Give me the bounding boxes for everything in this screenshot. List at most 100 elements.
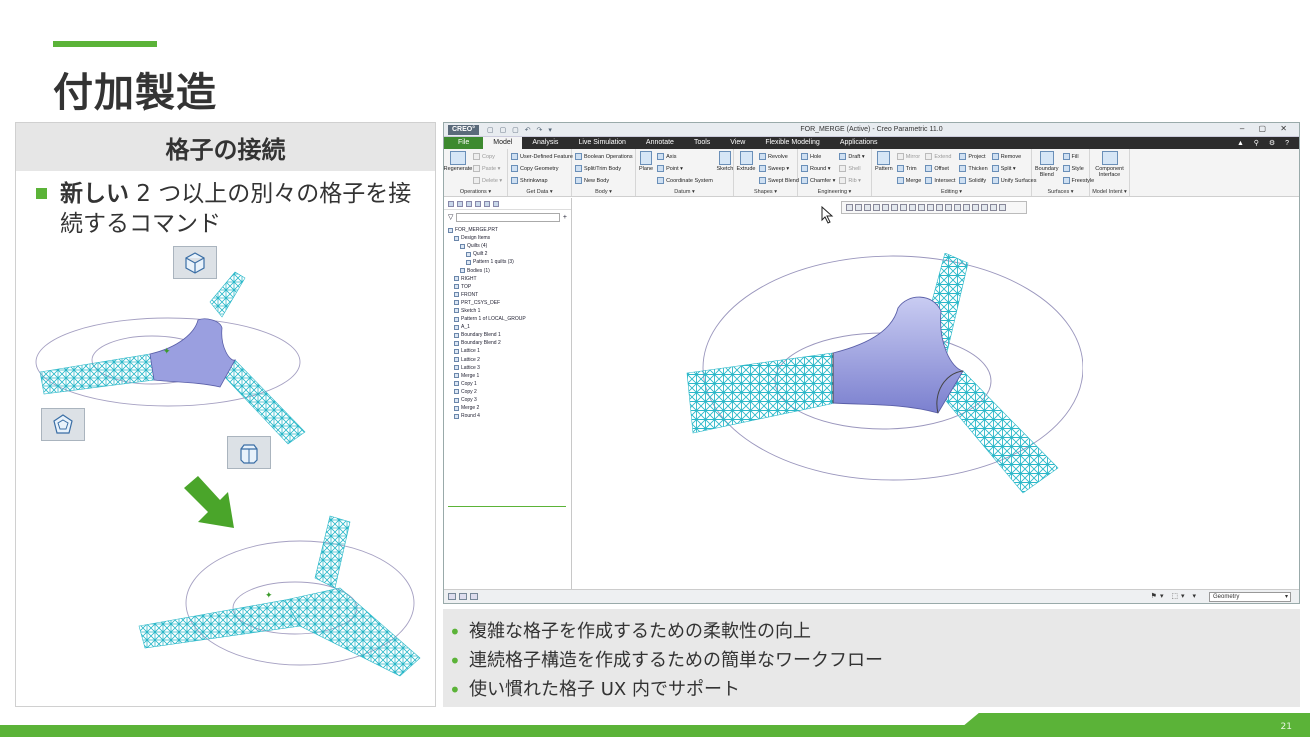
boolean-operations-button[interactable]: Boolean Operations <box>575 152 633 161</box>
model-tree-item[interactable]: Boundary Blend 2 <box>444 339 571 347</box>
add-icon[interactable]: + <box>563 214 567 221</box>
model-tree-item[interactable]: Copy 2 <box>444 388 571 396</box>
mirror-button[interactable]: Mirror <box>896 152 922 161</box>
selection-filter-select[interactable]: Geometry ▾ <box>1209 592 1291 602</box>
extend-icon <box>925 153 933 160</box>
component-interface-icon <box>1101 151 1118 165</box>
model-intent-group-label[interactable]: Model Intent ▾ <box>1090 189 1129 195</box>
coordinate-system-button[interactable]: Coordinate System <box>657 176 713 185</box>
swept-blend-button[interactable]: Swept Blend <box>759 176 799 185</box>
split-trim-body-button[interactable]: Split/Trim Body <box>575 164 633 173</box>
thicken-button[interactable]: Thicken <box>959 164 988 173</box>
model-tree-item[interactable]: Lattice 2 <box>444 356 571 364</box>
model-tree-item[interactable]: A_1 <box>444 323 571 331</box>
tab-flexible-modeling[interactable]: Flexible Modeling <box>755 137 829 149</box>
insert-here-line[interactable] <box>448 506 566 507</box>
revolve-button[interactable]: Revolve <box>759 152 799 161</box>
model-tree-item[interactable]: Bodies (1) <box>444 266 571 274</box>
axis-button[interactable]: Axis <box>657 152 713 161</box>
sweep-button[interactable]: Sweep ▾ <box>759 164 799 173</box>
get-data-group-label[interactable]: Get Data ▾ <box>508 189 571 195</box>
model-tree-item[interactable]: Merge 2 <box>444 404 571 412</box>
model-tree-item[interactable]: Round 4 <box>444 412 571 420</box>
swept-blend-icon <box>759 177 766 184</box>
trim-button[interactable]: Trim <box>896 164 922 173</box>
feature-icon <box>460 243 465 249</box>
body-group-label[interactable]: Body ▾ <box>572 189 635 195</box>
split-button[interactable]: Split ▾ <box>991 164 1037 173</box>
solidify-button[interactable]: Solidify <box>959 176 987 185</box>
tab-applications[interactable]: Applications <box>830 137 888 149</box>
engineering-group-label[interactable]: Engineering ▾ <box>798 189 871 195</box>
model-tree-item[interactable]: Sketch 1 <box>444 307 571 315</box>
model-tree-item[interactable]: Quilt 2 <box>444 250 571 258</box>
datum-group-label[interactable]: Datum ▾ <box>636 189 733 195</box>
model-tree-item[interactable]: Quilts (4) <box>444 242 571 250</box>
udf-button[interactable]: User-Defined Feature <box>511 152 573 161</box>
help-icons[interactable]: ▲ ⚲ ⚙ ? <box>1237 139 1293 147</box>
model-tree-toolbar[interactable] <box>444 198 571 210</box>
model-tree-item-label: TOP <box>461 283 472 290</box>
tab-analysis[interactable]: Analysis <box>522 137 568 149</box>
paste-button[interactable]: Paste ▾ <box>473 164 502 173</box>
intersect-button[interactable]: Intersect <box>925 176 955 185</box>
model-tree-item[interactable]: Boundary Blend 1 <box>444 331 571 339</box>
model-tree-item[interactable]: RIGHT <box>444 275 571 283</box>
tab-view[interactable]: View <box>720 137 755 149</box>
model-tree-item-label: Copy 2 <box>461 388 477 395</box>
model-tree-item[interactable]: Pattern 1 of LOCAL_GROUP <box>444 315 571 323</box>
model-tree-item[interactable]: Copy 3 <box>444 396 571 404</box>
new-body-button[interactable]: New Body <box>575 176 633 185</box>
copy-button[interactable]: Copy <box>473 152 502 161</box>
model-tree-item[interactable]: FRONT <box>444 291 571 299</box>
model-tree-search-input[interactable] <box>456 212 560 222</box>
copy-geometry-button[interactable]: Copy Geometry <box>511 164 573 173</box>
model-tree-item[interactable]: Lattice 3 <box>444 364 571 372</box>
project-button[interactable]: Project <box>959 152 987 161</box>
hole-button[interactable]: Hole <box>801 152 835 161</box>
graphics-toolbar[interactable] <box>841 201 1027 214</box>
tab-file[interactable]: File <box>444 137 484 149</box>
operations-group-label[interactable]: Operations ▾ <box>444 189 507 195</box>
sketch-icon <box>718 151 731 165</box>
group-editing: Pattern Mirror Trim Merge Extend Offset … <box>872 149 1036 196</box>
model-tree-item[interactable]: Copy 1 <box>444 380 571 388</box>
shrinkwrap-button[interactable]: Shrinkwrap <box>511 176 573 185</box>
rib-button[interactable]: Rib ▾ <box>839 176 864 185</box>
round-button[interactable]: Round ▾ <box>801 164 835 173</box>
window-controls[interactable]: – ▢ ✕ <box>1240 124 1293 133</box>
surfaces-group-label[interactable]: Surfaces ▾ <box>1032 189 1089 195</box>
model-tree-item[interactable]: Merge 1 <box>444 372 571 380</box>
tab-annotate[interactable]: Annotate <box>636 137 684 149</box>
chamfer-button[interactable]: Chamfer ▾ <box>801 176 835 185</box>
draft-button[interactable]: Draft ▾ <box>839 152 865 161</box>
extend-button[interactable]: Extend <box>925 152 955 161</box>
editing-group-label[interactable]: Editing ▾ <box>872 189 1031 195</box>
group-shapes: Extrude Revolve Sweep ▾ Swept Blend Shap… <box>734 149 799 196</box>
filter-icon[interactable]: ▽ <box>448 213 453 221</box>
model-tree-item[interactable]: Pattern 1 quilts (3) <box>444 258 571 266</box>
merge-button[interactable]: Merge <box>896 176 921 185</box>
shell-button[interactable]: Shell <box>839 164 864 173</box>
feature-icon <box>454 332 459 338</box>
delete-button[interactable]: Delete ▾ <box>473 176 502 185</box>
tab-model[interactable]: Model <box>483 137 523 149</box>
tab-live-simulation[interactable]: Live Simulation <box>568 137 635 149</box>
status-icons[interactable] <box>448 593 478 600</box>
revolve-icon <box>759 153 766 160</box>
point-button[interactable]: Point ▾ <box>657 164 713 173</box>
model-tree-item[interactable]: Design Items <box>444 234 571 242</box>
remove-button[interactable]: Remove <box>991 152 1037 161</box>
status-tools[interactable]: ⚑▾ ⬚▾ ▾ <box>1151 592 1199 600</box>
unify-surfaces-button[interactable]: Unify Surfaces <box>991 176 1036 185</box>
graphics-viewport[interactable] <box>573 198 1299 589</box>
model-tree-item-label: Round 4 <box>461 413 480 420</box>
shapes-group-label[interactable]: Shapes ▾ <box>734 189 797 195</box>
model-tree-item[interactable]: TOP <box>444 283 571 291</box>
model-tree-item[interactable]: Lattice 1 <box>444 347 571 355</box>
offset-button[interactable]: Offset <box>925 164 955 173</box>
model-tree-item[interactable]: PRT_CSYS_DEF <box>444 299 571 307</box>
tab-tools[interactable]: Tools <box>684 137 720 149</box>
feature-icon <box>454 413 459 419</box>
model-tree-item[interactable]: FOR_MERGE.PRT <box>444 226 571 234</box>
